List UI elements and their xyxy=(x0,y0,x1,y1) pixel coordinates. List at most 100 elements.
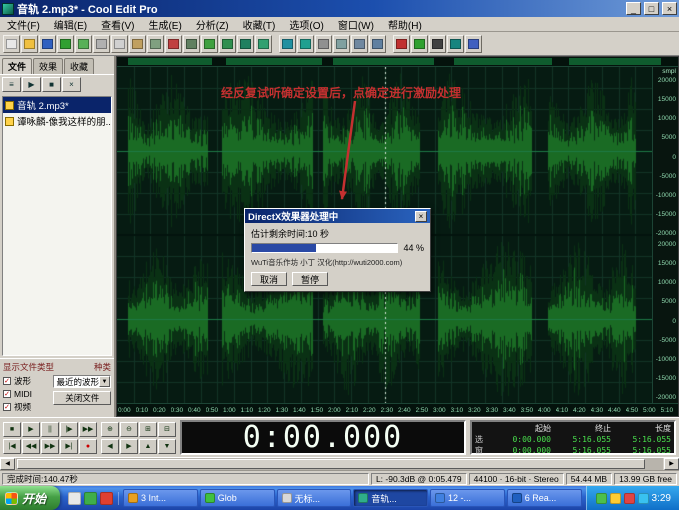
zoom-right-edge-button[interactable]: ▶ xyxy=(120,439,138,454)
zoom-left-edge-button[interactable]: ◀ xyxy=(101,439,119,454)
dialog-close-icon[interactable]: × xyxy=(415,211,427,222)
menu-item[interactable]: 编辑(E) xyxy=(47,17,94,32)
spectral-view-icon[interactable] xyxy=(237,35,254,53)
file-list-item[interactable]: 音轨 2.mp3* xyxy=(3,97,111,113)
sidebar-tab[interactable]: 文件 xyxy=(2,58,32,74)
status-cell: L: -90.3dB @ 0:05.479 xyxy=(371,473,467,485)
paste-icon[interactable] xyxy=(129,35,146,53)
zoom-vertical-in-button[interactable]: ▲ xyxy=(139,439,157,454)
eq-icon[interactable] xyxy=(369,35,386,53)
stop-button[interactable]: ■ xyxy=(3,422,21,437)
tray-icon[interactable] xyxy=(624,493,635,504)
sidebar-tab[interactable]: 收藏 xyxy=(64,58,94,74)
taskbar-task[interactable]: Glob xyxy=(200,489,275,507)
menu-item[interactable]: 窗口(W) xyxy=(331,17,381,32)
edit-view-icon[interactable] xyxy=(297,35,314,53)
scrollbar-track[interactable] xyxy=(16,458,663,470)
mix-paste-icon[interactable] xyxy=(147,35,164,53)
taskbar-task[interactable]: 3 Int... xyxy=(123,489,198,507)
zoom-in-button[interactable]: ⊕ xyxy=(101,422,119,437)
tray-icon[interactable] xyxy=(638,493,649,504)
maximize-button[interactable]: □ xyxy=(644,2,659,15)
help-icon[interactable] xyxy=(465,35,482,53)
task-icon xyxy=(512,493,522,503)
new-file-icon[interactable] xyxy=(3,35,20,53)
menu-item[interactable]: 收藏(T) xyxy=(236,17,283,32)
undo-icon[interactable] xyxy=(57,35,74,53)
file-list[interactable]: 音轨 2.mp3*谭咏麟-像我这样的朋... xyxy=(2,96,112,356)
zoom-full-button[interactable]: ⊞ xyxy=(139,422,157,437)
scroll-left-icon[interactable]: ◀ xyxy=(0,458,15,470)
redo-icon[interactable] xyxy=(75,35,92,53)
fast-forward-button[interactable]: ▶▶ xyxy=(41,439,59,454)
menu-item[interactable]: 文件(F) xyxy=(0,17,47,32)
pause-button[interactable]: || xyxy=(41,422,59,437)
menu-item[interactable]: 分析(Z) xyxy=(189,17,236,32)
play-tool-icon[interactable] xyxy=(411,35,428,53)
checkbox[interactable]: ✓ xyxy=(3,403,11,411)
quick-launch-icon[interactable] xyxy=(100,492,113,505)
new-file-icon xyxy=(6,39,17,49)
amp-ruler[interactable]: smpl 20000150001000050000-5000-10000-150… xyxy=(652,67,678,403)
cue-list-icon[interactable] xyxy=(315,35,332,53)
quick-launch-icon[interactable] xyxy=(84,492,97,505)
scrollbar-thumb[interactable] xyxy=(17,459,645,469)
timeline-ruler[interactable]: 0:000:100:200:300:400:501:001:101:201:30… xyxy=(117,403,678,416)
open-file-icon[interactable] xyxy=(21,35,38,53)
multitrack-view-icon[interactable] xyxy=(279,35,296,53)
menu-item[interactable]: 选项(O) xyxy=(282,17,330,32)
record-tool-icon[interactable] xyxy=(393,35,410,53)
record-button[interactable]: ● xyxy=(79,439,97,454)
taskbar-task[interactable]: 无标... xyxy=(277,489,352,507)
sort-dropdown[interactable]: 最近的波形 ▼ xyxy=(53,375,111,388)
taskbar-task[interactable]: 6 Rea... xyxy=(507,489,582,507)
sidebar-tab[interactable]: 效果 xyxy=(33,58,63,74)
dialog-title-bar[interactable]: DirectX效果器处理中 × xyxy=(245,209,430,223)
close-button[interactable]: × xyxy=(662,2,677,15)
dialog-button[interactable]: 取消 xyxy=(251,272,287,286)
stop-file-icon[interactable]: ■ xyxy=(42,77,61,92)
play-list-icon[interactable] xyxy=(333,35,350,53)
zoom-selection-button[interactable]: ⊟ xyxy=(158,422,176,437)
taskbar-task[interactable]: 音轨... xyxy=(353,489,428,507)
play-looped-button[interactable]: ▶▶ xyxy=(79,422,97,437)
menu-item[interactable]: 帮助(H) xyxy=(381,17,429,32)
chevron-down-icon[interactable]: ▼ xyxy=(99,376,110,387)
play-from-cursor-button[interactable]: |▶ xyxy=(60,422,78,437)
quick-launch-icon[interactable] xyxy=(68,492,81,505)
zoom-out-button[interactable]: ⊖ xyxy=(120,422,138,437)
go-to-start-button[interactable]: |◀ xyxy=(3,439,21,454)
play-file-icon[interactable]: ▶ xyxy=(22,77,41,92)
taskbar-task[interactable]: 12 -... xyxy=(430,489,505,507)
minimize-button[interactable]: _ xyxy=(626,2,641,15)
stop-tool-icon[interactable] xyxy=(429,35,446,53)
go-to-end-button[interactable]: ▶| xyxy=(60,439,78,454)
tray-icon[interactable] xyxy=(610,493,621,504)
checkbox[interactable]: ✓ xyxy=(3,390,11,398)
copy-icon[interactable] xyxy=(111,35,128,53)
zoom-in-tool-icon[interactable] xyxy=(201,35,218,53)
close-file-button[interactable]: 关闭文件 xyxy=(53,391,111,405)
zoom-out-tool-icon[interactable] xyxy=(219,35,236,53)
scroll-right-icon[interactable]: ▶ xyxy=(664,458,679,470)
delete-icon[interactable] xyxy=(165,35,182,53)
rewind-button[interactable]: ◀◀ xyxy=(22,439,40,454)
overview-bar[interactable] xyxy=(117,57,678,67)
play-button[interactable]: ▶ xyxy=(22,422,40,437)
start-button[interactable]: 开始 xyxy=(0,486,60,510)
tray-icon[interactable] xyxy=(596,493,607,504)
import-file-icon[interactable]: ≡ xyxy=(2,77,21,92)
trim-icon[interactable] xyxy=(183,35,200,53)
waveform-view-icon[interactable] xyxy=(255,35,272,53)
checkbox[interactable]: ✓ xyxy=(3,377,11,385)
mixer-icon[interactable] xyxy=(351,35,368,53)
save-icon[interactable] xyxy=(39,35,56,53)
menu-item[interactable]: 生成(E) xyxy=(141,17,188,32)
file-list-item[interactable]: 谭咏麟-像我这样的朋... xyxy=(3,113,111,129)
menu-item[interactable]: 查看(V) xyxy=(94,17,141,32)
zoom-vertical-out-button[interactable]: ▼ xyxy=(158,439,176,454)
cut-icon[interactable] xyxy=(93,35,110,53)
dialog-button[interactable]: 暂停 xyxy=(292,272,328,286)
settings-icon[interactable] xyxy=(447,35,464,53)
close-file-icon[interactable]: × xyxy=(62,77,81,92)
